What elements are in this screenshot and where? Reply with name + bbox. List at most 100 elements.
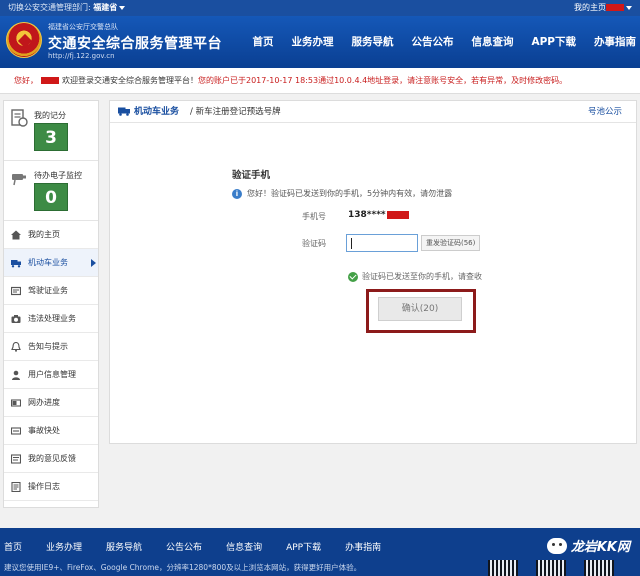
footer-nav-business[interactable]: 业务办理 bbox=[46, 540, 82, 553]
sidebar-item-label: 事故快处 bbox=[28, 426, 60, 435]
sidebar-item-label: 违法处理业务 bbox=[28, 314, 76, 323]
nav-home[interactable]: 首页 bbox=[252, 34, 273, 49]
sidebar-item-home[interactable]: 我的主页 bbox=[4, 221, 98, 249]
code-sent-message: 验证码已发送至你的手机，请查收 bbox=[348, 271, 482, 282]
number-pool-notice-link[interactable]: 号池公示 bbox=[588, 101, 622, 123]
breadcrumb: 机动车业务 / 新车注册登记预选号牌 号池公示 bbox=[110, 101, 636, 123]
redacted-username bbox=[606, 4, 624, 11]
nav-guide[interactable]: 办事指南 bbox=[594, 34, 636, 49]
phone-label: 手机号 bbox=[302, 212, 326, 221]
main-nav: 首页 业务办理 服务导航 公告公布 信息查询 APP下载 办事指南 bbox=[234, 34, 636, 49]
department-name: 福建省 bbox=[93, 3, 118, 12]
watermark-text: 龙岩KK网 bbox=[570, 540, 630, 555]
nav-service-guide[interactable]: 服务导航 bbox=[351, 34, 393, 49]
accident-icon bbox=[11, 427, 21, 435]
footer-nav-app-download[interactable]: APP下载 bbox=[286, 540, 321, 553]
camera-icon bbox=[11, 315, 21, 323]
resend-code-button[interactable]: 重发验证码(56) bbox=[421, 235, 481, 251]
sidebar-item-violation[interactable]: 违法处理业务 bbox=[4, 305, 98, 333]
footer-nav-guide[interactable]: 办事指南 bbox=[345, 540, 381, 553]
site-subtitle: 福建省公安厅交警总队 bbox=[48, 23, 118, 31]
breadcrumb-page: / 新车注册登记预选号牌 bbox=[190, 107, 281, 117]
welcome-text: 欢迎登录交通安全综合服务管理平台！ bbox=[62, 76, 198, 85]
user-menu[interactable]: 我的主页 bbox=[574, 0, 632, 16]
sidebar-item-vehicle[interactable]: 机动车业务 bbox=[4, 249, 98, 277]
code-sent-text: 验证码已发送至你的手机，请查收 bbox=[362, 272, 482, 281]
sidebar-item-progress[interactable]: 网办进度 bbox=[4, 389, 98, 417]
score-document-icon bbox=[11, 109, 28, 127]
sidebar-item-label: 机动车业务 bbox=[28, 258, 68, 267]
footer-nav: 首页 业务办理 服务导航 公告公布 信息查询 APP下载 办事指南 bbox=[4, 540, 405, 553]
qr-code-icon bbox=[536, 560, 566, 576]
user-icon bbox=[12, 370, 20, 380]
info-message: i 您好！验证码已发送到你的手机，5分钟内有效，请勿泄露 bbox=[232, 188, 452, 199]
nav-announcements[interactable]: 公告公布 bbox=[411, 34, 453, 49]
department-prefix: 切换公安交通管理部门: bbox=[8, 3, 94, 12]
redacted-phone-digits bbox=[386, 210, 409, 219]
sidebar-item-feedback[interactable]: 我的意见反馈 bbox=[4, 445, 98, 473]
my-score-card[interactable]: 我的记分 3 bbox=[4, 101, 98, 161]
truck-icon bbox=[118, 107, 130, 116]
sidebar-item-label: 用户信息管理 bbox=[28, 370, 76, 379]
pending-monitor-card[interactable]: 待办电子监控 0 bbox=[4, 161, 98, 221]
monitor-value: 0 bbox=[34, 183, 68, 211]
log-icon bbox=[11, 482, 21, 492]
bell-icon bbox=[11, 342, 21, 352]
sidebar-item-label: 我的主页 bbox=[28, 230, 60, 239]
sidebar-item-license[interactable]: 驾驶证业务 bbox=[4, 277, 98, 305]
nav-app-download[interactable]: APP下载 bbox=[531, 34, 576, 49]
greeting: 您好， bbox=[14, 76, 38, 85]
feedback-icon bbox=[11, 454, 21, 464]
wechat-icon bbox=[546, 537, 567, 554]
code-label: 验证码 bbox=[302, 239, 326, 248]
footer-nav-home[interactable]: 首页 bbox=[4, 540, 22, 553]
home-icon bbox=[11, 230, 21, 240]
sidebar-item-accident[interactable]: 事故快处 bbox=[4, 417, 98, 445]
monitor-label: 待办电子监控 bbox=[34, 171, 82, 180]
phone-number-text: 138**** bbox=[348, 210, 386, 220]
license-icon bbox=[11, 286, 21, 296]
watermark: 龙岩KK网 bbox=[546, 536, 630, 555]
footer-nav-info-query[interactable]: 信息查询 bbox=[226, 540, 262, 553]
phone-number: 138**** bbox=[348, 210, 409, 220]
department-switcher[interactable]: 切换公安交通管理部门: 福建省 bbox=[8, 0, 126, 16]
site-title[interactable]: 交通安全综合服务管理平台 bbox=[48, 33, 222, 53]
footer-nav-announcements[interactable]: 公告公布 bbox=[166, 540, 202, 553]
info-text: 您好！验证码已发送到你的手机，5分钟内有效，请勿泄露 bbox=[247, 189, 453, 198]
breadcrumb-section[interactable]: 机动车业务 bbox=[134, 101, 179, 123]
verification-code-input[interactable] bbox=[346, 234, 418, 252]
check-circle-icon bbox=[348, 271, 358, 282]
redacted-name bbox=[41, 77, 59, 84]
browser-recommendation: 建议您使用IE9+、FireFox、Google Chrome，分辨率1280*… bbox=[4, 563, 362, 572]
sidebar-item-log[interactable]: 操作日志 bbox=[4, 473, 98, 501]
sidebar-item-label: 网办进度 bbox=[28, 398, 60, 407]
qr-code-icon bbox=[488, 560, 518, 576]
sidebar-item-user-info[interactable]: 用户信息管理 bbox=[4, 361, 98, 389]
nav-info-query[interactable]: 信息查询 bbox=[471, 34, 513, 49]
sidebar-item-label: 告知与提示 bbox=[28, 342, 68, 351]
welcome-bar: 您好， 欢迎登录交通安全综合服务管理平台！您的账户已于2017-10-17 18:… bbox=[0, 68, 640, 94]
score-value: 3 bbox=[34, 123, 68, 151]
footer-nav-service-guide[interactable]: 服务导航 bbox=[106, 540, 142, 553]
main-panel: 机动车业务 / 新车注册登记预选号牌 号池公示 验证手机 i 您好！验证码已发送到… bbox=[109, 100, 637, 444]
sidebar-item-notifications[interactable]: 告知与提示 bbox=[4, 333, 98, 361]
nav-business[interactable]: 业务办理 bbox=[291, 34, 333, 49]
sidebar-item-label: 我的意见反馈 bbox=[28, 454, 76, 463]
chevron-down-icon bbox=[119, 5, 126, 10]
info-icon: i bbox=[232, 188, 242, 199]
police-emblem-icon bbox=[6, 22, 42, 58]
my-homepage-link[interactable]: 我的主页 bbox=[574, 3, 606, 12]
score-label: 我的记分 bbox=[34, 111, 66, 120]
verify-phone-title: 验证手机 bbox=[232, 170, 271, 181]
site-footer: 首页 业务办理 服务导航 公告公布 信息查询 APP下载 办事指南 建议您使用I… bbox=[0, 528, 640, 576]
car-icon bbox=[11, 260, 21, 268]
sidebar-item-label: 操作日志 bbox=[28, 482, 60, 491]
confirm-button[interactable]: 确认(20) bbox=[378, 297, 462, 321]
top-strip: 切换公安交通管理部门: 福建省 我的主页 bbox=[0, 0, 640, 16]
chevron-down-icon bbox=[626, 5, 632, 10]
site-url: http://fj.122.gov.cn bbox=[48, 52, 115, 60]
surveillance-camera-icon bbox=[12, 174, 26, 186]
sidebar-item-label: 驾驶证业务 bbox=[28, 286, 68, 295]
sidebar: 我的记分 3 待办电子监控 0 我的主页 机动车业务 驾驶证业务 违法处理业务 … bbox=[3, 100, 99, 508]
progress-icon bbox=[11, 399, 21, 407]
